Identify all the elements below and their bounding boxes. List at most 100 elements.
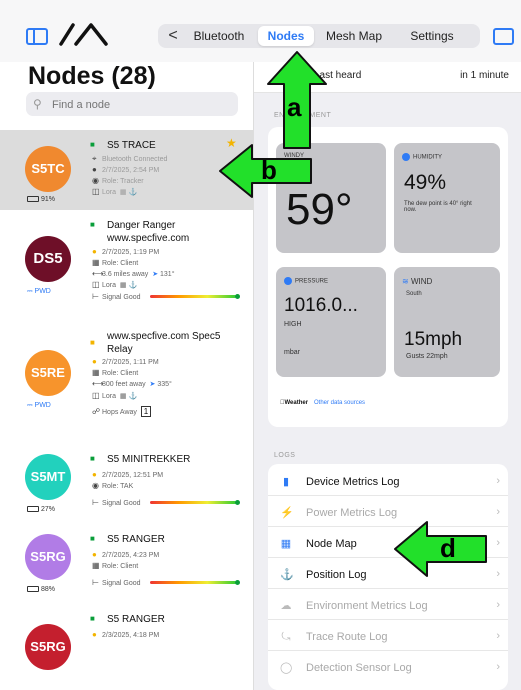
bolt-icon: ⚡ <box>280 507 294 519</box>
gauge-icon <box>284 277 292 285</box>
signal-icon: ⊢ <box>92 578 99 587</box>
cloud-icon: ☁ <box>280 600 292 612</box>
clock-icon: ● <box>92 247 97 256</box>
node-long-name: Danger Ranger www.specfive.com <box>107 220 190 244</box>
node-detail: ● 2/7/2025, 2:54 PM <box>92 165 160 174</box>
avatar: S5RE <box>25 350 71 396</box>
chevron-right-icon: › <box>496 630 500 642</box>
node-detail: ☍ Hops Away 1 <box>92 406 152 417</box>
pressure-tile: PRESSURE 1016.0... HIGH mbar <box>276 267 386 377</box>
annotation-label-b: b <box>261 155 277 185</box>
chevron-right-icon: › <box>496 475 500 487</box>
detection-sensor-log-row[interactable]: ◯ Detection Sensor Log › <box>268 656 508 681</box>
node-detail: ● 2/7/2025, 1:11 PM <box>92 357 159 366</box>
node-detail: ⊢ Signal Good <box>92 578 141 587</box>
node-row-s5rg-2[interactable]: S5RG ■ S5 RANGER ● 2/3/2025, 4:18 PM <box>0 600 253 690</box>
wind-direction: South <box>406 291 422 297</box>
radio-icon: ◫ <box>92 280 100 289</box>
clock-icon: ● <box>92 357 97 366</box>
wind-gusts: Gusts 22mph <box>406 353 448 360</box>
clock-icon: ● <box>92 470 97 479</box>
chevron-right-icon: › <box>496 599 500 611</box>
node-detail: ◫ Lora ▦ ⚓ <box>92 280 138 289</box>
avatar: S5RG <box>25 534 71 580</box>
wind-tile: ≋ WIND South 15mph Gusts 22mph <box>394 267 500 377</box>
node-detail: ⊢ Signal Good <box>92 292 141 301</box>
lock-icon: ■ <box>90 534 95 543</box>
other-data-sources-link[interactable]: Other data sources <box>314 400 365 406</box>
distance-icon: ⟷ <box>92 379 104 388</box>
node-detail: ◉ Role: Tracker <box>92 176 144 185</box>
signal-icon: ⊢ <box>92 292 99 301</box>
signal-strength-bar <box>150 501 236 504</box>
node-long-name: S5 MINITREKKER <box>107 454 191 465</box>
chevron-right-icon: › <box>496 506 500 518</box>
sensor-icon: ◯ <box>280 662 293 674</box>
role-icon: ▦ <box>92 561 100 570</box>
chevron-right-icon: › <box>496 661 500 673</box>
tab-bar: < Bluetooth Nodes Mesh Map Settings <box>158 24 480 48</box>
annotation-label-a: a <box>287 92 302 122</box>
top-bar: < Bluetooth Nodes Mesh Map Settings <box>0 0 521 62</box>
lock-icon: ■ <box>90 140 95 149</box>
hops-count: 1 <box>140 406 152 417</box>
detail-toggle-icon[interactable] <box>493 28 514 45</box>
node-detail: ▦ Role: Client <box>92 561 139 570</box>
lock-icon: ■ <box>90 614 95 623</box>
search-bar[interactable]: ⚲ <box>26 92 238 116</box>
avatar: S5TC <box>25 146 71 192</box>
wind-speed: 15mph <box>404 329 463 350</box>
humidity-icon <box>402 153 410 161</box>
node-detail: ⟷3.6 miles away ➤ 131° <box>92 269 175 278</box>
node-row-ds5[interactable]: DS5 ⎓ PWD ■ Danger Ranger www.specfive.c… <box>0 210 253 321</box>
battery-indicator: 27% <box>27 506 55 513</box>
avatar: S5RG <box>25 624 71 670</box>
tab-nodes[interactable]: Nodes <box>258 26 314 46</box>
route-icon: ⤿ <box>281 631 291 643</box>
node-row-s5re[interactable]: S5RE ⎓ PWD ■ www.specfive.com Spec5 Rela… <box>0 320 253 441</box>
tab-bluetooth[interactable]: Bluetooth <box>188 26 250 46</box>
device-metrics-log-row[interactable]: ▮ Device Metrics Log › <box>268 470 508 496</box>
clock-icon: ● <box>92 165 97 174</box>
node-row-s5rg[interactable]: S5RG 88% ■ S5 RANGER ● 2/7/2025, 4:23 PM … <box>0 520 253 601</box>
node-detail: ● 2/7/2025, 4:23 PM <box>92 550 160 559</box>
trace-route-log-row[interactable]: ⤿ Trace Route Log › <box>268 625 508 651</box>
node-detail: ▦ Role: Client <box>92 368 139 377</box>
node-row-s5tc[interactable]: S5TC 91% ■ S5 TRACE ★ ⌖ Bluetooth Connect… <box>0 130 253 211</box>
node-detail: ◫ Lora ▦ ⚓ <box>92 187 138 196</box>
last-heard-value: in 1 minute <box>460 70 509 81</box>
node-row-s5mt[interactable]: S5MT 27% ■ S5 MINITREKKER ● 2/7/2025, 12:… <box>0 440 253 521</box>
node-detail: ◫ Lora ▦ ⚓ <box>92 391 138 400</box>
signal-dot <box>235 580 240 585</box>
weather-attribution: Weather <box>280 400 308 406</box>
compass-icon: ➤ <box>149 381 156 388</box>
node-detail: ⟷800 feet away ➤ 335° <box>92 379 172 388</box>
node-detail: ● 2/7/2025, 1:19 PM <box>92 247 160 256</box>
battery-indicator: 88% <box>27 586 55 593</box>
sidebar-toggle-icon[interactable] <box>26 28 48 45</box>
node-detail: ● 2/3/2025, 4:18 PM <box>92 630 160 639</box>
role-icon: ◉ <box>92 176 99 185</box>
node-long-name: S5 RANGER <box>107 534 165 545</box>
power-indicator: ⎓ PWD <box>27 288 51 295</box>
tab-mesh-map[interactable]: Mesh Map <box>320 26 388 46</box>
pressure-unit: mbar <box>284 349 300 356</box>
signal-dot <box>235 294 240 299</box>
search-input[interactable] <box>50 95 234 115</box>
node-detail: ⊢ Signal Good <box>92 498 141 507</box>
environment-metrics-log-row[interactable]: ☁ Environment Metrics Log › <box>268 594 508 620</box>
radio-icon: ◫ <box>92 187 100 196</box>
node-sidebar: Nodes (28) ⚲ S5TC 91% ■ S5 TRACE ★ ⌖Blue… <box>0 62 254 690</box>
annotation-label-d: d <box>440 533 456 563</box>
role-icon: ▦ <box>92 368 100 377</box>
avatar: DS5 <box>25 236 71 282</box>
node-long-name: www.specfive.com Spec5 Relay <box>107 331 221 355</box>
logs-header: LOGS <box>274 452 296 459</box>
chevron-right-icon: › <box>496 568 500 580</box>
battery-indicator: 91% <box>27 196 55 203</box>
tab-settings[interactable]: Settings <box>404 26 460 46</box>
hops-icon: ☍ <box>92 407 101 416</box>
signal-strength-bar <box>150 295 236 298</box>
distance-icon: ⟷ <box>92 269 104 278</box>
back-chevron-icon[interactable]: < <box>164 26 182 46</box>
